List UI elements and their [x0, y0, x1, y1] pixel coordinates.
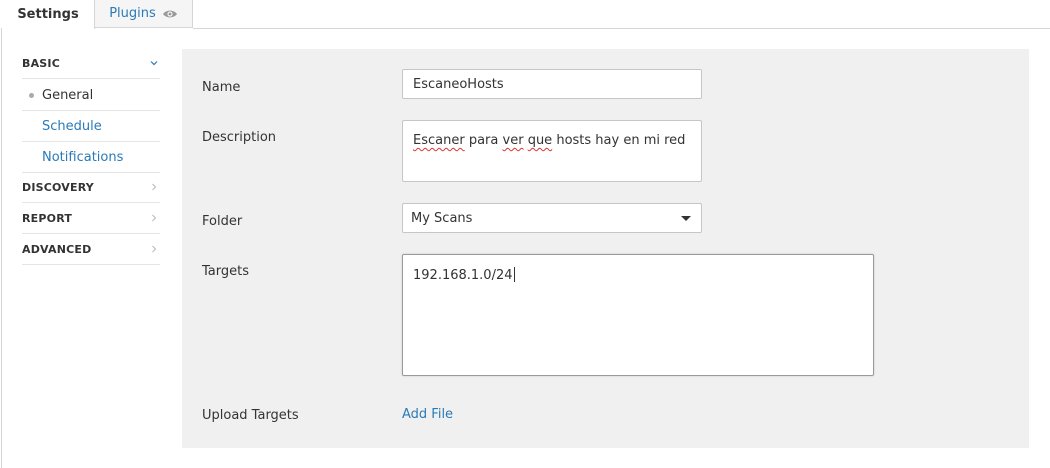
description-text: hosts hay en mi red — [556, 133, 686, 148]
sidebar-section-report[interactable]: REPORT — [22, 203, 160, 234]
chevron-down-icon — [150, 57, 158, 66]
sidebar-item-label: General — [42, 87, 94, 103]
text-cursor — [513, 267, 515, 282]
folder-select[interactable]: My Scans — [402, 203, 702, 233]
chevron-right-icon — [150, 243, 158, 253]
tab-plugins[interactable]: Plugins — [95, 0, 193, 28]
caret-down-icon — [681, 216, 691, 221]
description-word: para — [468, 133, 499, 148]
misspelled-word: que — [527, 133, 553, 148]
description-label: Description — [202, 130, 277, 145]
active-bullet-icon — [29, 93, 34, 98]
tab-plugins-label: Plugins — [109, 6, 156, 21]
sidebar-section-discovery-label: DISCOVERY — [22, 180, 94, 194]
misspelled-word: ver — [502, 133, 524, 148]
chevron-right-icon — [150, 181, 158, 191]
eye-icon — [162, 9, 178, 19]
sidebar-item-schedule[interactable]: Schedule — [22, 111, 160, 142]
folder-label: Folder — [202, 214, 243, 229]
tab-settings-label: Settings — [17, 7, 79, 22]
sidebar-section-advanced[interactable]: ADVANCED — [22, 234, 160, 265]
tab-settings[interactable]: Settings — [2, 0, 95, 29]
chevron-right-icon — [150, 212, 158, 222]
sidebar-section-basic[interactable]: BASIC — [22, 48, 160, 79]
name-input[interactable]: EscaneoHosts — [402, 69, 702, 99]
settings-form-panel — [182, 49, 1029, 448]
name-label: Name — [202, 80, 241, 95]
targets-textarea[interactable]: 192.168.1.0/24 — [402, 254, 874, 376]
sidebar-item-label: Schedule — [42, 118, 102, 134]
sidebar-section-advanced-label: ADVANCED — [22, 242, 92, 256]
sidebar-item-notifications[interactable]: Notifications — [22, 142, 160, 173]
targets-value: 192.168.1.0/24 — [413, 268, 513, 283]
upload-targets-label: Upload Targets — [202, 408, 299, 423]
sidebar-section-basic-label: BASIC — [22, 56, 60, 70]
targets-label: Targets — [202, 264, 249, 279]
misspelled-word: Escaner — [413, 133, 465, 148]
sidebar-section-report-label: REPORT — [22, 211, 73, 225]
sidebar-item-label: Notifications — [42, 149, 124, 165]
sidebar-item-general[interactable]: General — [22, 80, 160, 111]
folder-select-value: My Scans — [411, 211, 473, 226]
add-file-link[interactable]: Add File — [402, 407, 453, 422]
name-input-value: EscaneoHosts — [413, 77, 504, 92]
sidebar-section-discovery[interactable]: DISCOVERY — [22, 172, 160, 203]
description-textarea[interactable]: Escaner para ver que hosts hay en mi red — [402, 120, 702, 182]
